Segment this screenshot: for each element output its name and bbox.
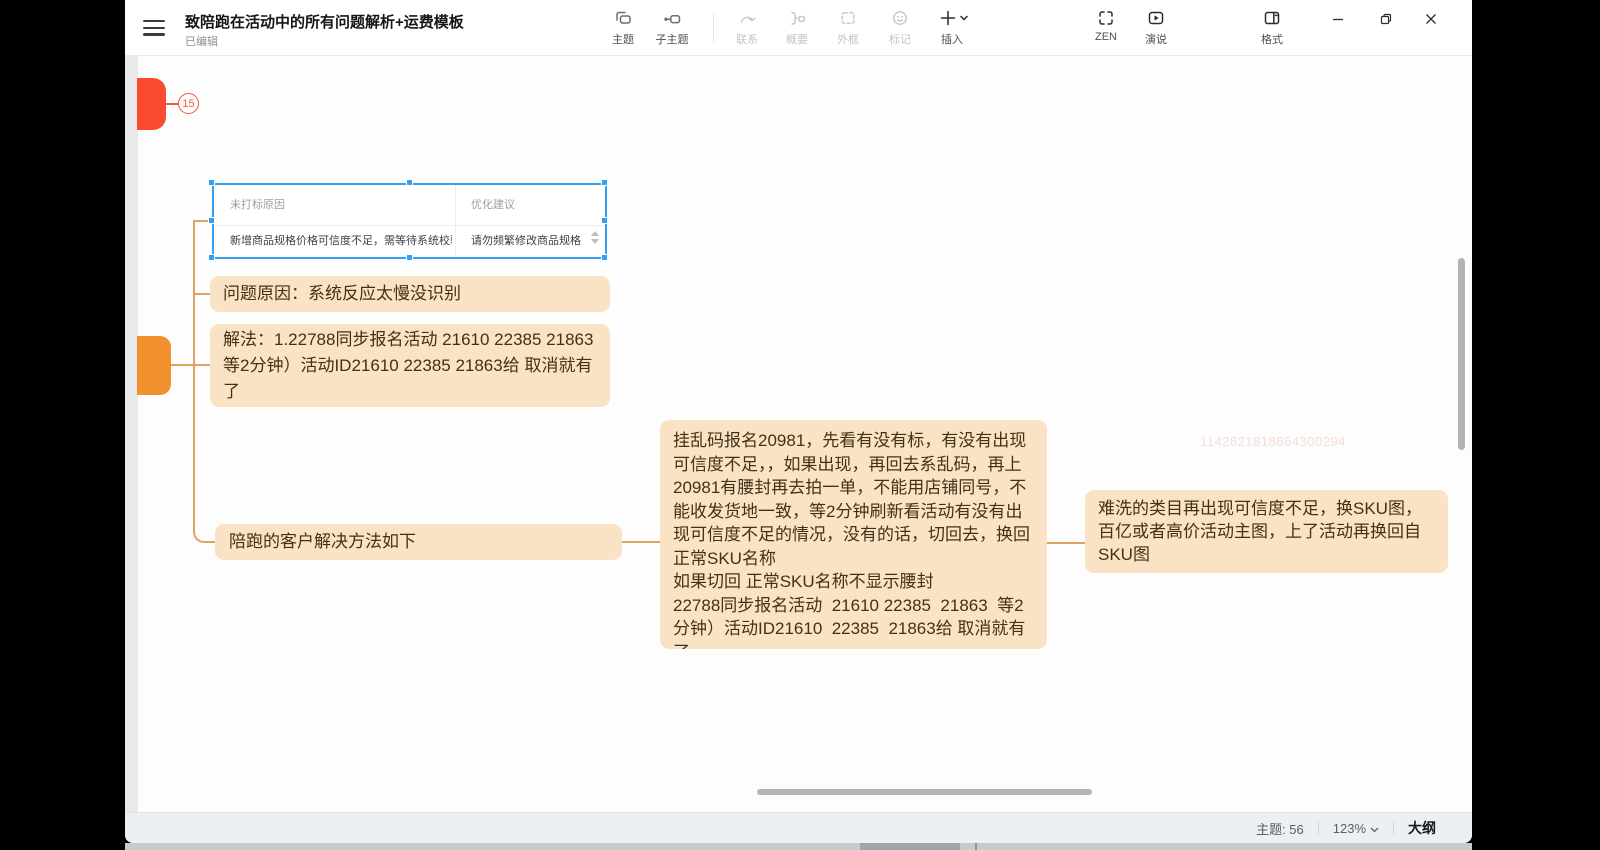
relationship-icon: [719, 8, 775, 28]
table-header-suggestion: 优化建议: [471, 185, 601, 225]
minimize-icon: [1331, 12, 1345, 31]
table-header-reason: 未打标原因: [230, 185, 450, 225]
canvas-left-edge: [125, 56, 138, 812]
close-icon: [1424, 12, 1438, 31]
table-cell-suggestion: 请勿频繁修改商品规格: [471, 226, 583, 257]
vertical-scrollbar[interactable]: [1458, 258, 1465, 450]
selection-handle[interactable]: [406, 254, 413, 261]
connector-curve-method: [193, 532, 215, 543]
boundary-label: 外框: [820, 31, 876, 47]
table-column-divider: [455, 185, 456, 257]
subtopic-button[interactable]: 子主题: [642, 8, 702, 47]
edit-status: 已编辑: [185, 33, 218, 49]
selection-handle[interactable]: [601, 217, 608, 224]
relationship-button[interactable]: 联系: [719, 8, 775, 47]
outline-button[interactable]: 大纲: [1408, 818, 1436, 838]
horizontal-scrollbar[interactable]: [757, 789, 1092, 795]
statusbar-divider: [1318, 821, 1319, 835]
restore-button[interactable]: [1371, 8, 1401, 34]
format-button[interactable]: 格式: [1244, 8, 1300, 47]
node-method[interactable]: 陪跑的客户解决方法如下: [215, 524, 622, 560]
status-bar: 主题: 56 123% 大纲: [125, 812, 1472, 843]
format-label: 格式: [1244, 31, 1300, 47]
mindmap-canvas[interactable]: 15 未打标原因 优化建议 新增商品规格价格可信度不足，需等待系统校验 请勿频繁…: [125, 56, 1472, 812]
node-solution[interactable]: 解法：1.22788同步报名活动 21610 22385 21863 等2分钟）…: [210, 324, 610, 407]
table-cell-reason: 新增商品规格价格可信度不足，需等待系统校验: [230, 226, 452, 257]
table-node-selected[interactable]: 未打标原因 优化建议 新增商品规格价格可信度不足，需等待系统校验 请勿频繁修改商…: [212, 183, 607, 259]
connector-trunk: [193, 221, 195, 534]
root-node-collapsed[interactable]: [137, 78, 166, 130]
taskbar-edge: [125, 843, 1472, 850]
subtopic-label: 子主题: [642, 31, 702, 47]
node-detail[interactable]: 挂乱码报名20981，先看有没有标，有没有出现可信度不足，，如果出现，再回去系乱…: [660, 420, 1047, 649]
watermark: 1142821818664300294: [1200, 434, 1346, 449]
collapsed-count-badge[interactable]: 15: [178, 93, 199, 114]
boundary-button[interactable]: 外框: [820, 8, 876, 47]
present-icon: [1128, 8, 1184, 28]
document-title: 致陪跑在活动中的所有问题解析+运费模板: [185, 11, 464, 32]
branch-node[interactable]: [137, 336, 171, 395]
format-icon: [1244, 8, 1300, 28]
selection-handle[interactable]: [208, 179, 215, 186]
chevron-down-icon: [1370, 821, 1379, 836]
subtopic-icon: [642, 8, 702, 28]
restore-icon: [1379, 12, 1393, 31]
taskbar-segment: [860, 843, 960, 850]
summary-button[interactable]: 概要: [769, 8, 825, 47]
selection-handle[interactable]: [406, 179, 413, 186]
insert-label: 插入: [920, 31, 984, 47]
zoom-value: 123%: [1333, 821, 1366, 836]
close-button[interactable]: [1416, 8, 1446, 34]
relationship-label: 联系: [719, 31, 775, 47]
present-button[interactable]: 演说: [1128, 8, 1184, 47]
statusbar-divider: [1393, 821, 1394, 835]
selection-handle[interactable]: [208, 217, 215, 224]
boundary-icon: [820, 8, 876, 28]
app-window: 致陪跑在活动中的所有问题解析+运费模板 已编辑 主题 子主题 联系: [125, 0, 1472, 843]
topic-count: 主题: 56: [1256, 819, 1304, 838]
selection-handle[interactable]: [208, 254, 215, 261]
menu-icon[interactable]: [143, 20, 165, 36]
zen-label: ZEN: [1078, 31, 1134, 43]
selection-handle[interactable]: [601, 254, 608, 261]
zoom-control[interactable]: 123%: [1333, 821, 1379, 836]
selection-handle[interactable]: [601, 179, 608, 186]
connector-problem: [193, 293, 210, 295]
connector-detail-hard: [1047, 542, 1085, 544]
minimize-button[interactable]: [1323, 8, 1353, 34]
summary-icon: [769, 8, 825, 28]
toolbar: 致陪跑在活动中的所有问题解析+运费模板 已编辑 主题 子主题 联系: [125, 0, 1472, 56]
taskbar-segment-divider: [975, 843, 977, 850]
insert-icon: [920, 8, 984, 28]
present-label: 演说: [1128, 31, 1184, 47]
summary-label: 概要: [769, 31, 825, 47]
connector-branch-solution: [171, 364, 210, 366]
node-problem[interactable]: 问题原因：系统反应太慢没识别: [210, 276, 610, 312]
toolbar-divider: [713, 14, 714, 42]
node-hard-category[interactable]: 难洗的类目再出现可信度不足，换SKU图，百亿或者高价活动主图，上了活动再换回自S…: [1085, 490, 1448, 573]
insert-button[interactable]: 插入: [920, 8, 984, 47]
connector-method-detail: [622, 541, 660, 543]
zen-button[interactable]: ZEN: [1078, 8, 1134, 43]
zen-icon: [1078, 8, 1134, 28]
cell-scroll-arrows[interactable]: [591, 231, 599, 244]
